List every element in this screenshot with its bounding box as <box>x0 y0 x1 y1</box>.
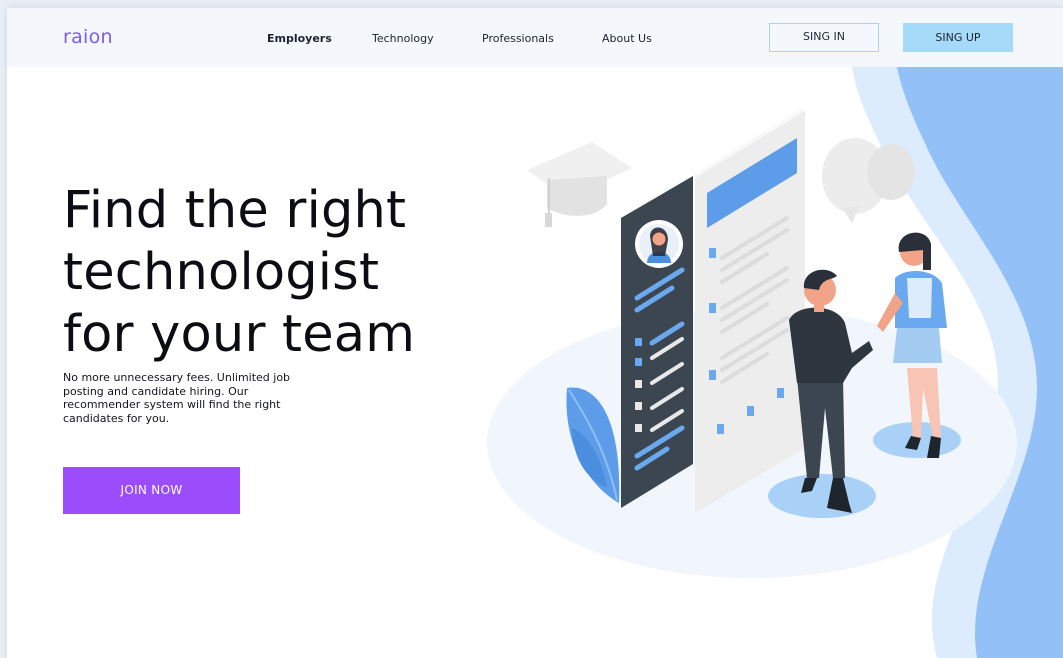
hero-subtitle: No more unnecessary fees. Unlimited job … <box>63 371 291 425</box>
nav-link-employers[interactable]: Employers <box>267 32 332 45</box>
hero-title-line: technologist <box>63 243 380 302</box>
brand-logo[interactable]: raion <box>63 26 113 48</box>
speech-bubble-icon <box>822 138 915 223</box>
top-navigation-bar: raion Employers Technology Professionals… <box>7 8 1063 67</box>
sign-up-button[interactable]: SING UP <box>903 23 1013 52</box>
resume-document <box>693 108 805 513</box>
hero-title-line: for your team <box>63 305 416 364</box>
graduation-cap-icon <box>527 142 632 227</box>
hero-title: Find the right technologist for your tea… <box>63 180 483 366</box>
page-frame: raion Employers Technology Professionals… <box>7 8 1063 658</box>
sign-in-button[interactable]: SING IN <box>769 23 879 52</box>
nav-link-technology[interactable]: Technology <box>372 32 434 45</box>
hero-title-line: Find the right <box>63 181 407 240</box>
join-now-button[interactable]: JOIN NOW <box>63 467 240 514</box>
nav-link-professionals[interactable]: Professionals <box>482 32 554 45</box>
nav-link-about-us[interactable]: About Us <box>602 32 652 45</box>
profile-panel <box>621 176 693 508</box>
